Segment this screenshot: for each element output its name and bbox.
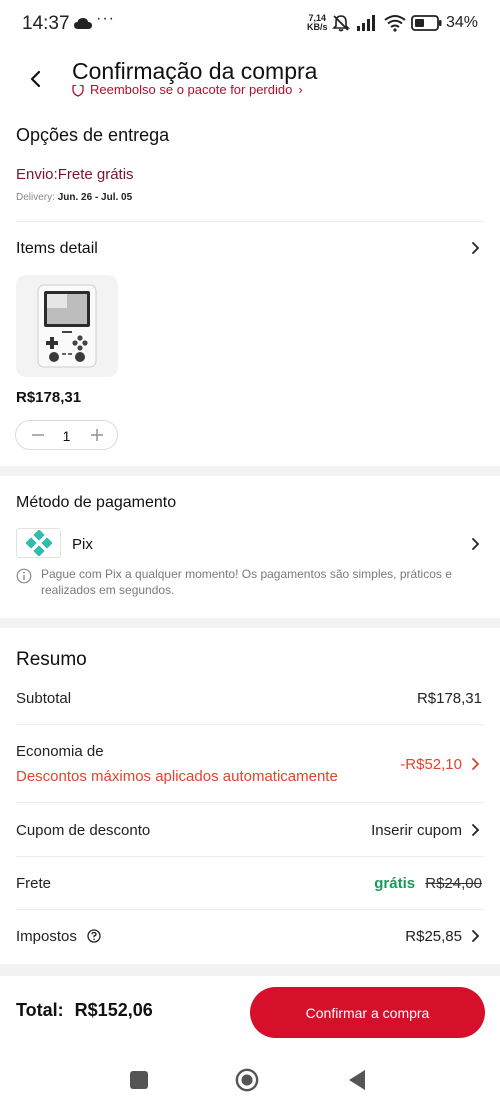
section-gap (0, 964, 500, 976)
section-gap (0, 618, 500, 628)
order-total: Total: R$152,06 (16, 1000, 153, 1021)
divider (16, 909, 484, 910)
back-triangle-nav-icon[interactable] (345, 1068, 369, 1092)
signal-icon (357, 15, 375, 31)
shipping-free: grátis (374, 875, 416, 892)
taxes-row: Impostos (16, 928, 101, 945)
items-section-title[interactable]: Items detail (16, 240, 98, 258)
coupon-label: Cupom de desconto (16, 822, 151, 839)
divider (16, 724, 484, 725)
cloud-icon (74, 18, 92, 29)
total-label: Total: (16, 1000, 64, 1020)
delivery-section-title: Opções de entrega (16, 125, 170, 145)
shipping-value: grátis R$24,00 (374, 875, 482, 892)
chevron-right-icon[interactable] (468, 823, 482, 837)
page-title: Confirmação da compra (72, 58, 326, 85)
subtotal-label: Subtotal (16, 690, 72, 707)
payment-section-title: Método de pagamento (16, 494, 177, 511)
net-speed: 7,14 KB/s (307, 14, 328, 32)
app-header: Reembolso se o pacote for perdido › Conf… (0, 48, 500, 100)
net-speed-unit: KB/s (307, 22, 328, 32)
delivery-estimate: Delivery: Jun. 26 - Jul. 05 (16, 192, 132, 203)
item-price: R$178,31 (16, 389, 82, 406)
divider (16, 802, 484, 803)
quantity-stepper: 1 (15, 420, 118, 450)
taxes-value[interactable]: R$25,85 (405, 928, 462, 945)
plus-icon[interactable] (89, 427, 105, 443)
back-arrow-icon (30, 70, 41, 88)
product-image[interactable] (16, 275, 118, 377)
status-time: 14:37 (22, 13, 70, 34)
summary-title: Resumo (16, 649, 87, 670)
status-more-icon: ··· (96, 10, 115, 27)
help-icon[interactable] (87, 929, 101, 943)
battery-icon (411, 15, 442, 31)
chevron-right-icon[interactable] (468, 241, 482, 255)
chevron-right-icon[interactable] (468, 537, 482, 551)
status-bar: 14:37 ··· 7,14 KB/s 34% (0, 0, 500, 48)
info-icon (16, 568, 32, 584)
savings-label: Economia de (16, 743, 104, 760)
checkout-bar: Total: R$152,06 Confirmar a compra (0, 976, 500, 1048)
pix-logo[interactable] (16, 528, 61, 558)
savings-value[interactable]: -R$52,10 (400, 756, 462, 773)
payment-note: Pague com Pix a qualquer momento! Os pag… (41, 567, 452, 597)
taxes-label: Impostos (16, 928, 77, 945)
back-button[interactable] (22, 66, 48, 92)
shipping-original-price: R$24,00 (425, 875, 482, 892)
square-nav-icon[interactable] (127, 1068, 151, 1092)
pix-logo-icon (25, 530, 52, 556)
home-circle-nav-icon[interactable] (235, 1068, 259, 1092)
total-value: R$152,06 (74, 1000, 153, 1020)
chevron-right-icon[interactable] (468, 757, 482, 771)
delivery-label: Delivery: (16, 192, 55, 203)
coupon-action[interactable]: Inserir cupom (371, 822, 462, 839)
subtotal-value: R$178,31 (416, 690, 482, 707)
summary-section (0, 628, 500, 964)
delivery-dates: Jun. 26 - Jul. 05 (57, 192, 133, 203)
handheld-console-image (37, 284, 97, 368)
shipping-option[interactable]: Envio:Frete grátis (16, 166, 134, 183)
shipping-label: Frete (16, 875, 52, 892)
divider (16, 856, 484, 857)
system-nav-bar (0, 1048, 500, 1111)
confirm-purchase-button[interactable]: Confirmar a compra (250, 987, 485, 1038)
divider (16, 221, 484, 222)
battery-percent: 34% (446, 14, 479, 31)
savings-description: Descontos máximos aplicados automaticame… (16, 768, 338, 785)
payment-method-label[interactable]: Pix (72, 536, 93, 553)
mute-bell-icon (332, 15, 350, 32)
wifi-icon (384, 15, 406, 32)
chevron-right-icon[interactable] (468, 929, 482, 943)
section-gap (0, 466, 500, 476)
